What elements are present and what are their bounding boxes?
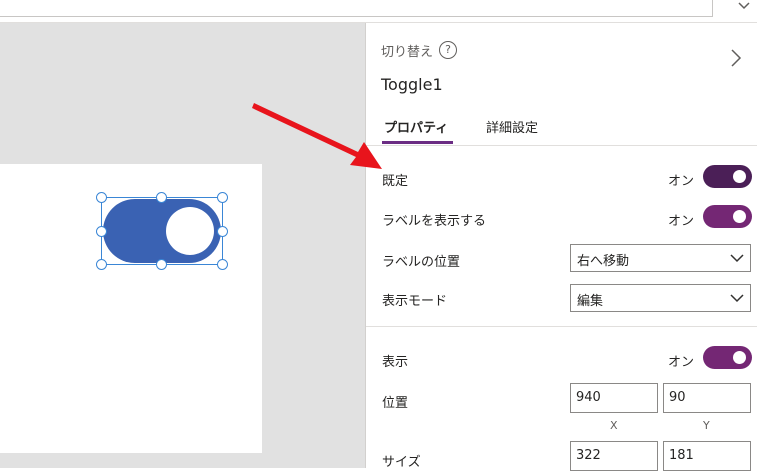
formula-bar [0, 0, 757, 23]
active-tab-indicator [382, 141, 453, 144]
switch-knob [733, 351, 746, 364]
selection-frame [101, 197, 223, 265]
size-width-input[interactable]: 322 [570, 441, 658, 471]
prop-default-state: オン [668, 174, 695, 189]
size-height-value: 181 [669, 448, 694, 463]
control-name[interactable]: Toggle1 [381, 75, 443, 94]
prop-position-label: 位置 [382, 396, 409, 411]
resize-handle-bottom[interactable] [156, 259, 167, 270]
switch-knob [733, 170, 746, 183]
show-label-toggle-switch[interactable] [703, 205, 752, 228]
resize-handle-top-left[interactable] [96, 192, 107, 203]
resize-handle-bottom-right[interactable] [217, 259, 228, 270]
switch-knob [733, 210, 746, 223]
size-width-value: 322 [576, 448, 601, 463]
position-x-input[interactable]: 940 [570, 383, 658, 413]
default-toggle-switch[interactable] [703, 165, 752, 188]
resize-handle-bottom-left[interactable] [96, 259, 107, 270]
chevron-down-icon [730, 294, 744, 303]
resize-handle-top[interactable] [156, 192, 167, 203]
label-position-dropdown[interactable]: 右へ移動 [570, 244, 751, 272]
display-mode-dropdown[interactable]: 編集 [570, 284, 751, 312]
section-divider [366, 326, 757, 327]
chevron-down-icon [730, 254, 744, 263]
label-position-value: 右へ移動 [577, 254, 630, 269]
position-y-input[interactable]: 90 [663, 383, 751, 413]
prop-display-mode-label: 表示モード [382, 294, 448, 309]
annotation-arrow-icon [252, 103, 382, 169]
position-y-value: 90 [669, 390, 686, 405]
prop-size-label: サイズ [382, 455, 421, 470]
tab-properties[interactable]: プロパティ [384, 117, 448, 136]
chevron-right-icon[interactable] [730, 48, 742, 68]
display-mode-value: 編集 [577, 294, 604, 309]
resize-handle-top-right[interactable] [217, 192, 228, 203]
chevron-down-icon[interactable] [736, 0, 752, 12]
position-x-value: 940 [576, 390, 601, 405]
resize-handle-left[interactable] [96, 226, 107, 237]
tab-advanced[interactable]: 詳細設定 [486, 117, 538, 136]
size-height-input[interactable]: 181 [663, 441, 751, 471]
prop-label-position-label: ラベルの位置 [382, 255, 461, 270]
visible-toggle-switch[interactable] [703, 346, 752, 369]
prop-visible-label: 表示 [382, 355, 409, 370]
prop-show-label-label: ラベルを表示する [382, 214, 487, 229]
formula-input[interactable] [0, 0, 713, 17]
prop-show-label-state: オン [668, 214, 695, 229]
tab-divider [366, 145, 757, 146]
prop-visible-state: オン [668, 355, 695, 370]
resize-handle-right[interactable] [217, 226, 228, 237]
control-type-label: 切り替え [381, 45, 434, 60]
x-caption: X [610, 419, 618, 432]
properties-panel: 切り替え ? Toggle1 プロパティ 詳細設定 既定 オン ラベルを表示する… [365, 23, 757, 471]
help-icon[interactable]: ? [439, 41, 457, 59]
y-caption: Y [703, 419, 710, 432]
